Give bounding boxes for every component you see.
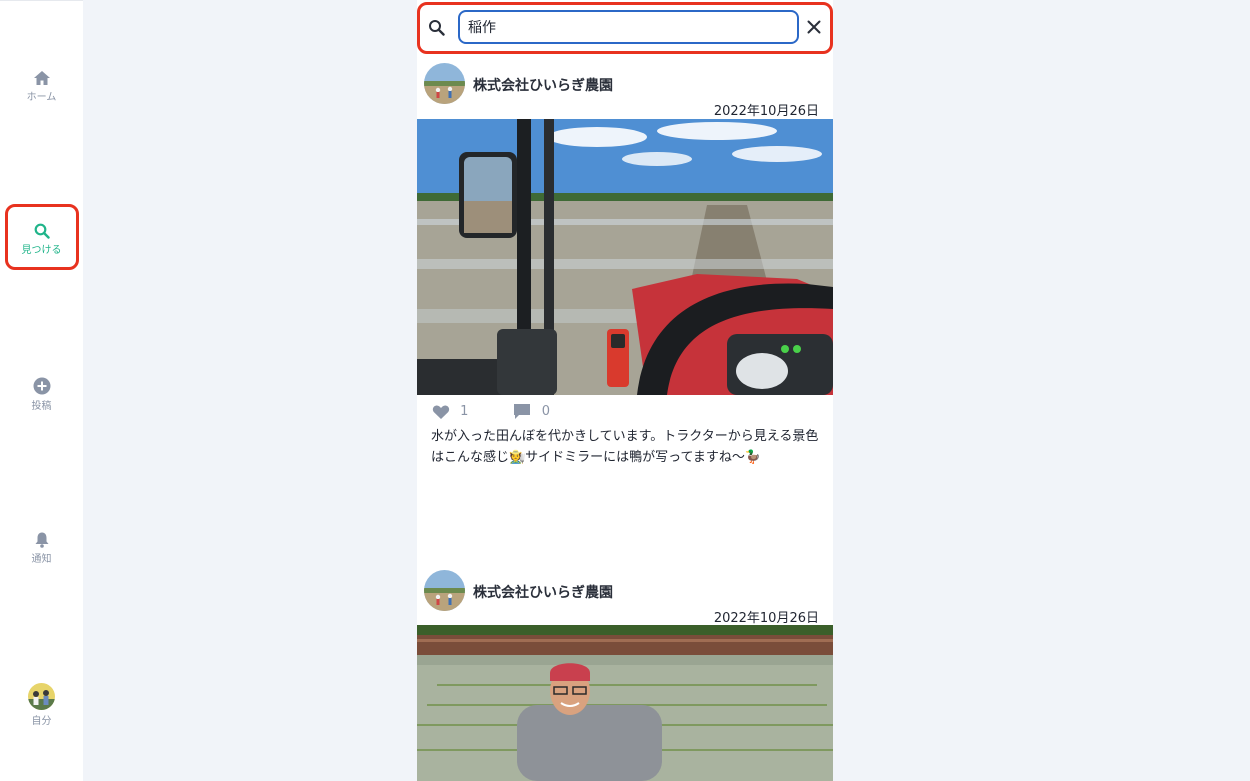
nav-notifications[interactable]: 通知 [0, 531, 83, 565]
heart-icon[interactable] [432, 404, 450, 420]
post-date: 2022年10月26日 [713, 611, 819, 626]
post-actions: 1 0 [432, 403, 550, 423]
nav-notifications-label: 通知 [31, 554, 52, 565]
search-icon [429, 20, 445, 36]
search-icon [34, 223, 50, 239]
home-icon [33, 71, 50, 85]
nav-home-label: ホーム [26, 92, 57, 103]
nav-post[interactable]: 投稿 [0, 377, 83, 412]
post-date: 2022年10月26日 [713, 104, 819, 119]
close-icon[interactable] [807, 20, 821, 34]
author-name[interactable]: 株式会社ひいらぎ農園 [473, 582, 613, 602]
nav-discover[interactable]: 見つける [0, 223, 83, 256]
author-avatar[interactable] [424, 570, 465, 611]
comment-count: 0 [541, 404, 550, 419]
post-card: 株式会社ひいらぎ農園 2022年10月26日 [417, 563, 833, 781]
nav-post-label: 投稿 [31, 401, 52, 412]
post-caption: 水が入った田んぼを代かきしています。トラクターから見える景色はこんな感じ🧑‍🌾サ… [431, 429, 819, 465]
nav-discover-label: 見つける [21, 245, 62, 256]
search-input[interactable] [458, 10, 799, 44]
post-card: 株式会社ひいらぎ農園 2022年10月26日 [417, 56, 833, 556]
sidebar: ホーム 見つける 投稿 通知 自分 [0, 0, 83, 781]
bell-icon [35, 532, 48, 548]
avatar [28, 683, 55, 710]
author-name[interactable]: 株式会社ひいらぎ農園 [473, 75, 613, 95]
nav-home[interactable]: ホーム [0, 70, 83, 103]
like-count: 1 [460, 404, 469, 419]
author-avatar[interactable] [424, 63, 465, 104]
plus-circle-icon [33, 377, 50, 395]
comment-icon[interactable] [513, 403, 531, 420]
search-bar [417, 0, 833, 56]
nav-me[interactable]: 自分 [0, 683, 83, 727]
feed: 株式会社ひいらぎ農園 2022年10月26日 [417, 0, 833, 781]
post-photo[interactable] [417, 119, 833, 395]
nav-me-label: 自分 [31, 716, 52, 727]
post-photo[interactable] [417, 625, 833, 781]
